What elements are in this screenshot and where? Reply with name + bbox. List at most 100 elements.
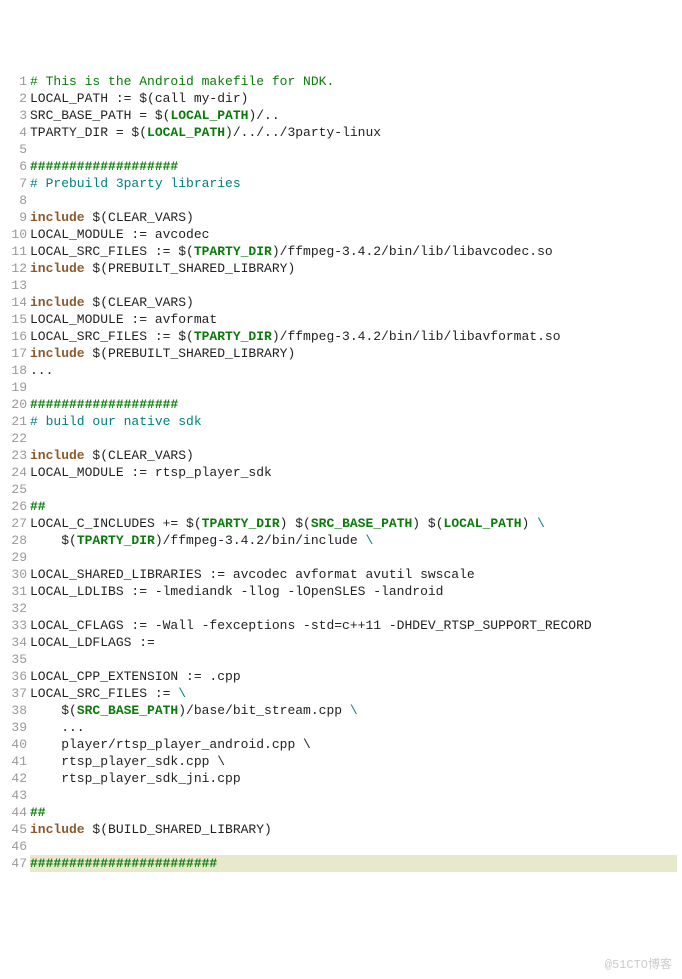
- code-line: 20###################: [5, 396, 677, 413]
- code-content: [30, 192, 677, 209]
- code-line: 24LOCAL_MODULE := rtsp_player_sdk: [5, 464, 677, 481]
- code-content: LOCAL_SRC_FILES := $(TPARTY_DIR)/ffmpeg-…: [30, 328, 677, 345]
- code-line: 37LOCAL_SRC_FILES := \: [5, 685, 677, 702]
- code-content: LOCAL_LDFLAGS :=: [30, 634, 677, 651]
- line-number: 14: [5, 294, 27, 311]
- code-line: 31LOCAL_LDLIBS := -lmediandk -llog -lOpe…: [5, 583, 677, 600]
- code-line: 45include $(BUILD_SHARED_LIBRARY): [5, 821, 677, 838]
- code-content: include $(BUILD_SHARED_LIBRARY): [30, 821, 677, 838]
- code-line: 16LOCAL_SRC_FILES := $(TPARTY_DIR)/ffmpe…: [5, 328, 677, 345]
- line-number: 8: [5, 192, 27, 209]
- line-number: 43: [5, 787, 27, 804]
- line-number: 27: [5, 515, 27, 532]
- line-number: 33: [5, 617, 27, 634]
- code-line: 14include $(CLEAR_VARS): [5, 294, 677, 311]
- code-content: [30, 277, 677, 294]
- line-number: 37: [5, 685, 27, 702]
- code-content: include $(CLEAR_VARS): [30, 209, 677, 226]
- code-content: [30, 430, 677, 447]
- line-number: 19: [5, 379, 27, 396]
- code-content: include $(PREBUILT_SHARED_LIBRARY): [30, 345, 677, 362]
- line-number: 25: [5, 481, 27, 498]
- line-number: 38: [5, 702, 27, 719]
- code-line: 38 $(SRC_BASE_PATH)/base/bit_stream.cpp …: [5, 702, 677, 719]
- line-number: 30: [5, 566, 27, 583]
- code-line: 41 rtsp_player_sdk.cpp \: [5, 753, 677, 770]
- line-number: 7: [5, 175, 27, 192]
- code-line: 10LOCAL_MODULE := avcodec: [5, 226, 677, 243]
- code-line: 2LOCAL_PATH := $(call my-dir): [5, 90, 677, 107]
- code-content: include $(PREBUILT_SHARED_LIBRARY): [30, 260, 677, 277]
- code-content: TPARTY_DIR = $(LOCAL_PATH)/../../3party-…: [30, 124, 677, 141]
- line-number: 22: [5, 430, 27, 447]
- code-line: 34LOCAL_LDFLAGS :=: [5, 634, 677, 651]
- code-content: [30, 549, 677, 566]
- line-number: 6: [5, 158, 27, 175]
- code-line: 32: [5, 600, 677, 617]
- code-line: 11LOCAL_SRC_FILES := $(TPARTY_DIR)/ffmpe…: [5, 243, 677, 260]
- code-content: # build our native sdk: [30, 413, 677, 430]
- code-line: 7# Prebuild 3party libraries: [5, 175, 677, 192]
- code-content: ##: [30, 804, 677, 821]
- code-content: LOCAL_PATH := $(call my-dir): [30, 90, 677, 107]
- line-number: 15: [5, 311, 27, 328]
- line-number: 40: [5, 736, 27, 753]
- code-line: 1# This is the Android makefile for NDK.: [5, 73, 677, 90]
- code-content: # Prebuild 3party libraries: [30, 175, 677, 192]
- line-number: 47: [5, 855, 27, 872]
- code-content: include $(CLEAR_VARS): [30, 447, 677, 464]
- code-content: LOCAL_MODULE := rtsp_player_sdk: [30, 464, 677, 481]
- line-number: 24: [5, 464, 27, 481]
- code-content: rtsp_player_sdk_jni.cpp: [30, 770, 677, 787]
- line-number: 36: [5, 668, 27, 685]
- code-line: 17include $(PREBUILT_SHARED_LIBRARY): [5, 345, 677, 362]
- code-line: 46: [5, 838, 677, 855]
- line-number: 9: [5, 209, 27, 226]
- code-line: 21# build our native sdk: [5, 413, 677, 430]
- code-content: $(TPARTY_DIR)/ffmpeg-3.4.2/bin/include \: [30, 532, 677, 549]
- code-content: [30, 787, 677, 804]
- code-content: LOCAL_SRC_FILES := $(TPARTY_DIR)/ffmpeg-…: [30, 243, 677, 260]
- code-line: 23include $(CLEAR_VARS): [5, 447, 677, 464]
- line-number: 23: [5, 447, 27, 464]
- code-content: [30, 141, 677, 158]
- code-content: rtsp_player_sdk.cpp \: [30, 753, 677, 770]
- code-line: 12include $(PREBUILT_SHARED_LIBRARY): [5, 260, 677, 277]
- code-line: 33LOCAL_CFLAGS := -Wall -fexceptions -st…: [5, 617, 677, 634]
- code-content: LOCAL_MODULE := avcodec: [30, 226, 677, 243]
- code-line: 44##: [5, 804, 677, 821]
- code-line: 19: [5, 379, 677, 396]
- line-number: 46: [5, 838, 27, 855]
- line-number: 18: [5, 362, 27, 379]
- line-number: 5: [5, 141, 27, 158]
- code-line: 36LOCAL_CPP_EXTENSION := .cpp: [5, 668, 677, 685]
- code-content: LOCAL_CPP_EXTENSION := .cpp: [30, 668, 677, 685]
- code-line: 25: [5, 481, 677, 498]
- code-content: include $(CLEAR_VARS): [30, 294, 677, 311]
- line-number: 31: [5, 583, 27, 600]
- code-content: ##: [30, 498, 677, 515]
- code-line: 8: [5, 192, 677, 209]
- code-line: 39 ...: [5, 719, 677, 736]
- code-line: 30LOCAL_SHARED_LIBRARIES := avcodec avfo…: [5, 566, 677, 583]
- line-number: 1: [5, 73, 27, 90]
- code-line: 28 $(TPARTY_DIR)/ffmpeg-3.4.2/bin/includ…: [5, 532, 677, 549]
- code-line: 22: [5, 430, 677, 447]
- line-number: 45: [5, 821, 27, 838]
- code-line: 15LOCAL_MODULE := avformat: [5, 311, 677, 328]
- line-number: 39: [5, 719, 27, 736]
- line-number: 42: [5, 770, 27, 787]
- code-content: [30, 600, 677, 617]
- code-content: LOCAL_SHARED_LIBRARIES := avcodec avform…: [30, 566, 677, 583]
- code-content: [30, 481, 677, 498]
- code-content: [30, 379, 677, 396]
- code-content: [30, 651, 677, 668]
- code-line: 18...: [5, 362, 677, 379]
- code-line: 5: [5, 141, 677, 158]
- line-number: 26: [5, 498, 27, 515]
- line-number: 41: [5, 753, 27, 770]
- code-content: ...: [30, 362, 677, 379]
- line-number: 12: [5, 260, 27, 277]
- line-number: 2: [5, 90, 27, 107]
- line-number: 16: [5, 328, 27, 345]
